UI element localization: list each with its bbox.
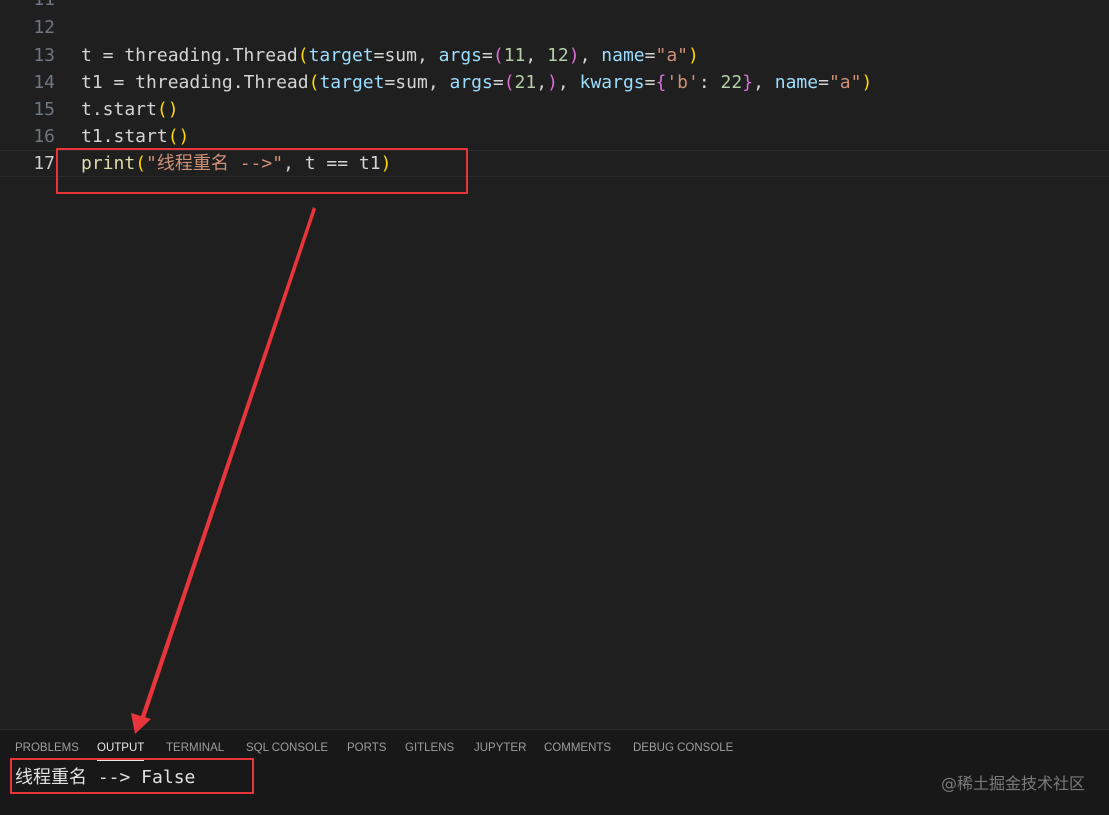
code-token: 'b' (666, 72, 699, 93)
code-token: Thread (243, 72, 309, 93)
code-line-13[interactable]: 13 t = threading.Thread(target=sum, args=… (0, 42, 1109, 69)
tab-output[interactable]: OUTPUT (97, 730, 145, 765)
code-token: kwargs (579, 72, 645, 93)
tab-gitlens[interactable]: GITLENS (405, 730, 454, 765)
code-line-14[interactable]: 14 t1 = threading.Thread(target=sum, args… (0, 69, 1109, 96)
code-token: ) (568, 45, 580, 66)
code-line-11[interactable]: 11 (0, 0, 1109, 13)
code-token: = (482, 45, 493, 66)
code-line-15[interactable]: 15 t.start() (0, 96, 1109, 123)
code-token: target (308, 45, 374, 66)
code-token: =sum, (384, 72, 450, 93)
code-token: } (742, 72, 754, 93)
line-number: 16 (33, 126, 55, 147)
code-line-16[interactable]: 16 t1.start() (0, 123, 1109, 150)
panel-tabs: PROBLEMS OUTPUT TERMINAL SQL CONSOLE PORTS GI… (0, 730, 1109, 765)
watermark: @稀土掘金技术社区 (940, 774, 1085, 793)
code-token: = (644, 72, 656, 93)
tab-ports[interactable]: PORTS (347, 730, 386, 765)
bottom-panel: PROBLEMS OUTPUT TERMINAL SQL CONSOLE PORTS GI… (0, 729, 1109, 815)
code-token: , t == t1 (283, 153, 381, 174)
line-number: 14 (33, 72, 55, 93)
code-token: =sum, (373, 45, 439, 66)
output-text: 线程重名 --> False (15, 767, 196, 788)
tab-debug-console[interactable]: DEBUG CONSOLE (633, 730, 733, 765)
tab-sql-console[interactable]: SQL CONSOLE (246, 730, 328, 765)
code-token: : (698, 72, 721, 93)
code-token: ) (380, 153, 392, 174)
code-token: t = threading. (81, 45, 233, 66)
code-text: t = threading.Thread(target=sum, args=(1… (81, 42, 699, 69)
code-token: "线程重名 -->" (146, 153, 284, 174)
code-token: 12 (547, 45, 569, 66)
code-token: () (156, 99, 179, 120)
tab-problems[interactable]: PROBLEMS (15, 730, 79, 765)
line-number: 11 (0, 0, 55, 13)
line-number: 12 (33, 17, 55, 38)
code-token: t1.start (81, 126, 168, 147)
code-token: , (753, 72, 775, 93)
code-token: args (438, 45, 483, 66)
code-token: ( (308, 72, 320, 93)
line-number: 15 (33, 99, 55, 120)
code-token: ) (861, 72, 873, 93)
code-token: , (536, 72, 548, 93)
code-token: target (319, 72, 385, 93)
code-token: , (557, 72, 580, 93)
code-token: name (601, 45, 645, 66)
code-token: "a" (655, 45, 689, 66)
code-editor[interactable]: 111213t = threading.Thread(target=sum, a… (0, 0, 1109, 729)
code-token: ( (503, 72, 515, 93)
code-token: "a" (828, 72, 862, 93)
code-token: = (818, 72, 829, 93)
line-number: 13 (33, 45, 55, 66)
code-line-12[interactable]: 12 (0, 14, 1109, 41)
tab-terminal[interactable]: TERMINAL (166, 730, 224, 765)
code-token: name (774, 72, 819, 93)
code-token: () (167, 126, 190, 147)
code-text: t.start() (81, 96, 179, 123)
tab-comments[interactable]: COMMENTS (544, 730, 611, 765)
code-token: t1 = threading. (81, 72, 244, 93)
code-token: { (655, 72, 667, 93)
code-token: 22 (720, 72, 743, 93)
code-token: t.start (81, 99, 157, 120)
code-token: = (492, 72, 504, 93)
code-token: , (525, 45, 548, 66)
code-token: ( (297, 45, 309, 66)
code-token: 11 (503, 45, 526, 66)
code-text: t1 = threading.Thread(target=sum, args=(… (81, 69, 872, 96)
tab-jupyter[interactable]: JUPYTER (474, 730, 526, 765)
code-token: , (579, 45, 602, 66)
code-token: ) (547, 72, 558, 93)
code-text: t1.start() (81, 123, 189, 150)
code-text: print("线程重名 -->", t == t1) (81, 151, 391, 176)
code-token: Thread (232, 45, 298, 66)
code-token: 21 (514, 72, 537, 93)
code-line-17[interactable]: 17 print("线程重名 -->", t == t1) (0, 150, 1109, 177)
code-token: ( (135, 153, 147, 174)
line-number: 17 (33, 153, 55, 174)
code-token: ( (492, 45, 504, 66)
code-token: print (81, 153, 136, 174)
code-token: = (644, 45, 656, 66)
code-token: args (449, 72, 493, 93)
code-token: ) (688, 45, 699, 66)
